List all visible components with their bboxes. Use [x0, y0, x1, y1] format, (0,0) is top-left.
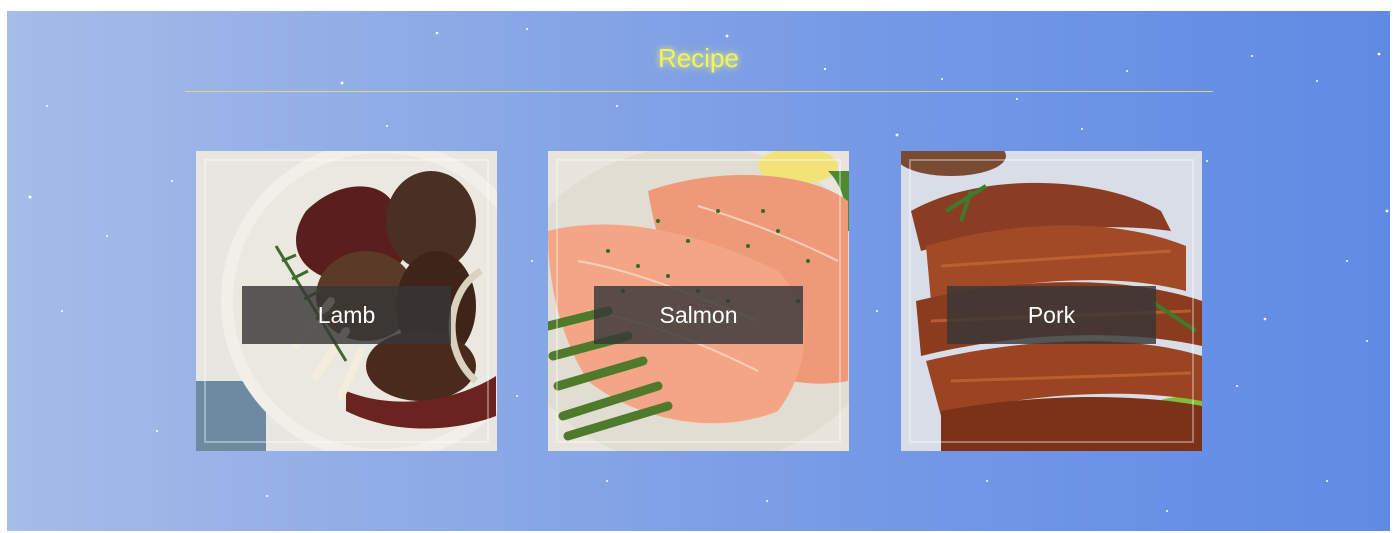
recipe-label: Lamb	[242, 286, 451, 344]
recipe-card-lamb[interactable]: Lamb	[196, 151, 497, 451]
recipe-label: Salmon	[594, 286, 803, 344]
recipe-section: Recipe Lamb Salmon Pork	[7, 11, 1390, 531]
recipe-card-pork[interactable]: Pork	[901, 151, 1202, 451]
title-divider	[185, 91, 1213, 92]
recipe-label: Pork	[947, 286, 1156, 344]
page-title: Recipe	[658, 43, 739, 73]
recipe-card-salmon[interactable]: Salmon	[548, 151, 849, 451]
